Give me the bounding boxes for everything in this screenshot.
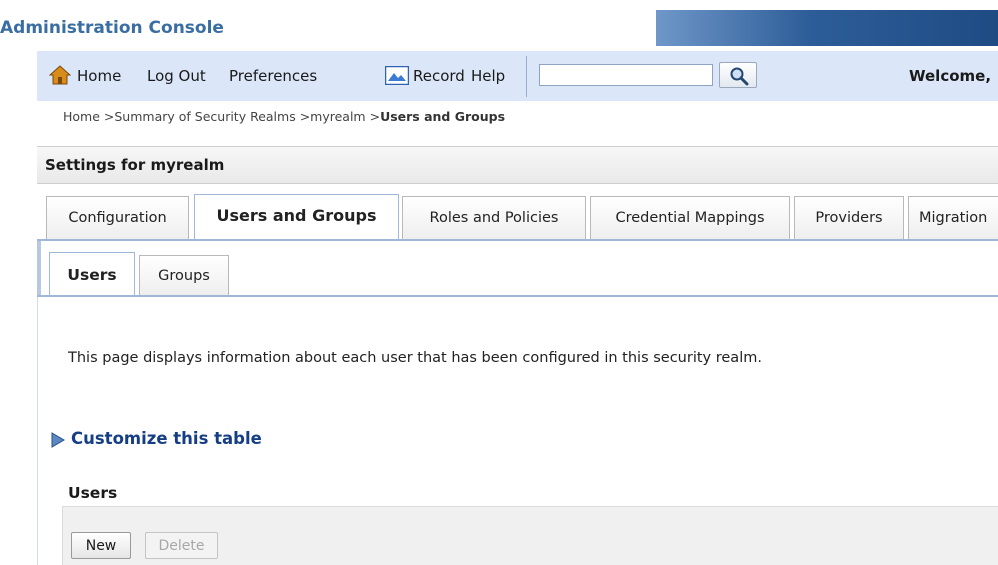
tab-credential-mappings[interactable]: Credential Mappings <box>590 196 790 240</box>
tab-providers[interactable]: Providers <box>794 196 904 240</box>
home-link[interactable]: Home <box>77 51 121 101</box>
welcome-text: Welcome, <box>909 67 992 85</box>
breadcrumb-current: Users and Groups <box>380 109 506 124</box>
home-icon[interactable] <box>48 65 72 85</box>
users-table-toolbar: New Delete <box>62 506 998 565</box>
header-banner <box>656 10 998 46</box>
tab-migration[interactable]: Migration <box>908 196 998 240</box>
users-table-title: Users <box>68 484 118 502</box>
settings-panel-header: Settings for myrealm <box>37 146 998 184</box>
tab-roles-and-policies[interactable]: Roles and Policies <box>402 196 586 240</box>
page-description: This page displays information about eac… <box>68 350 762 366</box>
tab-users-and-groups[interactable]: Users and Groups <box>194 194 399 241</box>
global-toolbar: Home Log Out Preferences Record Help Wel… <box>37 51 998 101</box>
settings-tabs: Configuration Users and Groups Roles and… <box>37 184 998 241</box>
settings-title: Settings for myrealm <box>45 156 225 174</box>
content-left-border <box>37 297 38 565</box>
subtab-groups[interactable]: Groups <box>139 255 229 296</box>
expand-triangle-icon <box>51 432 65 448</box>
breadcrumb-separator: > <box>99 109 115 124</box>
tab-configuration[interactable]: Configuration <box>46 196 189 240</box>
record-link[interactable]: Record <box>413 51 465 101</box>
help-link[interactable]: Help <box>471 51 505 101</box>
preferences-link[interactable]: Preferences <box>229 51 317 101</box>
breadcrumb-security-realms[interactable]: Summary of Security Realms <box>114 109 295 124</box>
breadcrumb-myrealm[interactable]: myrealm <box>310 109 365 124</box>
record-icon[interactable] <box>384 65 410 86</box>
subtabs: Users Groups <box>37 241 998 297</box>
search-button[interactable] <box>719 62 757 88</box>
customize-table-label: Customize this table <box>71 429 262 448</box>
subtabs-underline <box>37 295 998 297</box>
app-title: Administration Console <box>0 18 224 38</box>
breadcrumb-home[interactable]: Home <box>63 109 100 124</box>
logout-link[interactable]: Log Out <box>147 51 206 101</box>
delete-button: Delete <box>145 532 218 559</box>
toolbar-divider <box>526 56 527 97</box>
new-button[interactable]: New <box>71 532 131 559</box>
subtab-users[interactable]: Users <box>49 252 135 297</box>
breadcrumb-separator: > <box>365 109 381 124</box>
search-icon <box>730 67 749 86</box>
breadcrumb-separator: > <box>295 109 311 124</box>
search-input[interactable] <box>539 64 713 86</box>
breadcrumb: Home >Summary of Security Realms >myreal… <box>63 109 505 124</box>
